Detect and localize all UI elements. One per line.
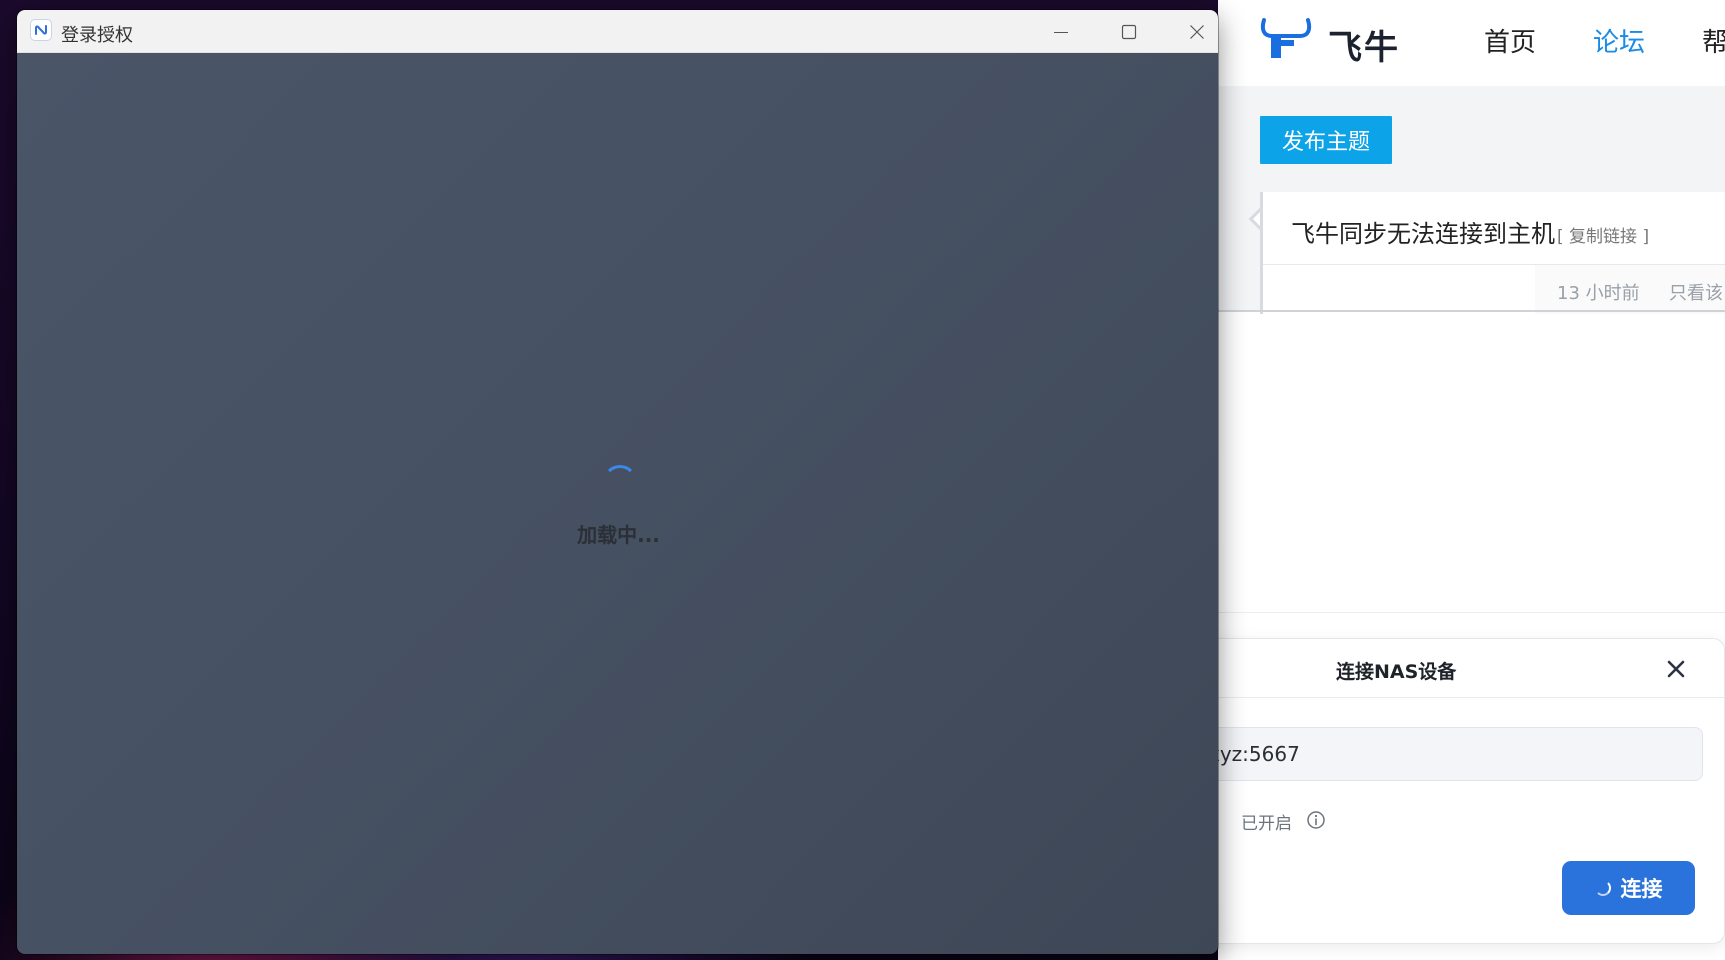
nav-forum-link[interactable]: 论坛 [1593, 22, 1645, 59]
connect-button-label: 连接 [1620, 877, 1663, 901]
window-title: 登录授权 [61, 25, 133, 46]
connect-button[interactable]: 连接 [1562, 861, 1695, 915]
window-content: 加载中... [17, 53, 1218, 954]
option-status-value: 已开启 [1241, 814, 1292, 834]
login-authorization-window: 登录授权 加载中... [17, 10, 1218, 954]
loading-spinner-icon [603, 465, 637, 499]
close-icon [1667, 660, 1685, 678]
app-logo-icon [30, 19, 52, 41]
thread-title[interactable]: 飞牛同步无法连接到主机[ 复制链接 ] [1291, 214, 1649, 249]
close-icon [1190, 24, 1204, 39]
maximize-button[interactable] [1095, 10, 1163, 53]
info-icon[interactable] [1306, 810, 1326, 830]
nav-home-link[interactable]: 首页 [1484, 22, 1536, 59]
thread-meta: 13 小时前 只看该 [1535, 265, 1725, 314]
minimize-button[interactable] [1027, 10, 1095, 53]
window-titlebar[interactable]: 登录授权 [17, 10, 1218, 53]
dialog-header-divider [1161, 697, 1724, 698]
dialog-title: 连接NAS设备 [1336, 661, 1457, 683]
thread-title-text: 飞牛同步无法连接到主机 [1291, 220, 1555, 248]
maximize-icon [1121, 24, 1137, 39]
section-divider [1218, 612, 1725, 613]
connect-nas-dialog: 连接NAS设备 : 已开启 备 连接 [1160, 638, 1725, 944]
nas-address-input[interactable] [1171, 727, 1703, 781]
forum-content-area: 发布主题 飞牛同步无法连接到主机[ 复制链接 ] 13 小时前 只看该 [1218, 86, 1725, 314]
loading-text: 加载中... [577, 523, 660, 547]
nav-help-link[interactable]: 帮 [1702, 22, 1725, 59]
site-header: 飞牛 首页 论坛 帮 [1218, 0, 1725, 86]
thread-card: 飞牛同步无法连接到主机[ 复制链接 ] 13 小时前 只看该 [1260, 192, 1725, 314]
close-dialog-button[interactable] [1661, 654, 1691, 684]
copy-link-button[interactable]: [ 复制链接 ] [1557, 227, 1649, 247]
brand-name[interactable]: 飞牛 [1328, 20, 1400, 69]
bull-logo-icon[interactable] [1258, 16, 1314, 62]
section-divider [1218, 310, 1725, 312]
close-window-button[interactable] [1163, 10, 1218, 53]
post-topic-button[interactable]: 发布主题 [1260, 116, 1392, 164]
thread-timestamp: 13 小时前 [1557, 283, 1640, 304]
only-author-link[interactable]: 只看该 [1669, 279, 1723, 305]
loading-spinner-icon [1594, 880, 1611, 896]
minimize-icon [1054, 31, 1068, 33]
